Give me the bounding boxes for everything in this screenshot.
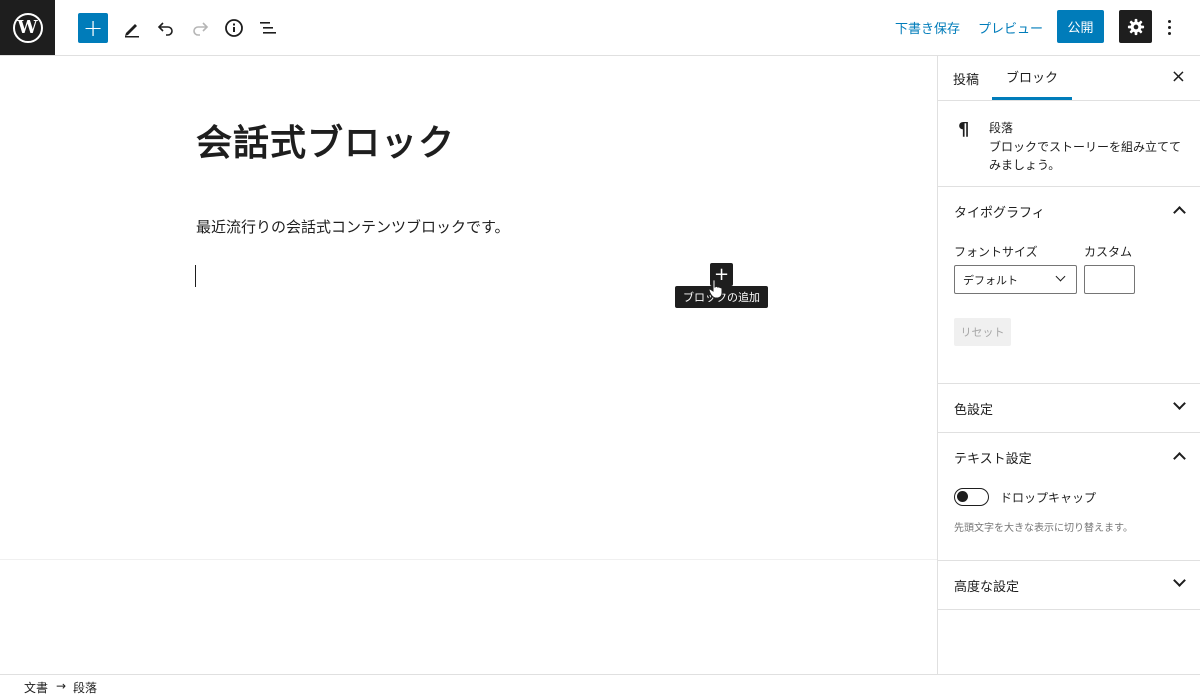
block-name: 段落: [989, 121, 1014, 135]
redo-button[interactable]: [184, 12, 216, 44]
preview-button[interactable]: プレビュー: [978, 18, 1043, 37]
info-icon: [225, 19, 243, 37]
breadcrumb: 文書 → 段落: [0, 674, 1200, 694]
chevron-down-icon: [1055, 271, 1066, 282]
typography-panel: タイポグラフィ フォントサイズ カスタム デフォルト リセット: [938, 187, 1200, 384]
font-size-label: フォントサイズ: [954, 245, 1038, 259]
top-toolbar: W + 下書き保存 プレビュー 公開: [0, 0, 1200, 56]
tab-post[interactable]: 投稿: [953, 56, 979, 100]
tab-block[interactable]: ブロック: [992, 56, 1073, 100]
list-view-button[interactable]: [252, 12, 284, 44]
color-panel: 色設定: [938, 384, 1200, 433]
chevron-up-icon: [1173, 206, 1186, 219]
block-card: ¶ 段落 ブロックでストーリーを組み立ててみましょう。: [938, 101, 1200, 187]
custom-font-size-input[interactable]: [1084, 265, 1135, 294]
dot: [1167, 31, 1171, 35]
chevron-up-icon: [1173, 452, 1186, 465]
panel-title: 高度な設定: [954, 579, 1020, 595]
settings-sidebar: 投稿 ブロック × ¶ 段落 ブロックでストーリーを組み立ててみましょう。 タイ…: [937, 56, 1200, 674]
drop-cap-help: 先頭文字を大きな表示に切り替えます。: [954, 523, 1133, 534]
hand-cursor-icon: [708, 279, 723, 299]
panel-title: タイポグラフィ: [954, 205, 1045, 221]
breadcrumb-document[interactable]: 文書: [24, 679, 48, 694]
block-description: ブロックでストーリーを組み立ててみましょう。: [989, 140, 1182, 172]
panel-title: テキスト設定: [954, 451, 1032, 467]
details-button[interactable]: [218, 12, 250, 44]
canvas-divider: [0, 559, 937, 560]
gear-icon: [1127, 18, 1144, 35]
toggle-knob: [957, 491, 968, 502]
paragraph-icon: ¶: [958, 119, 970, 140]
settings-button[interactable]: [1119, 10, 1152, 43]
panel-title: 色設定: [954, 402, 994, 418]
list-view-icon: [260, 22, 276, 34]
reset-button[interactable]: リセット: [954, 318, 1011, 346]
text-caret[interactable]: [195, 265, 196, 287]
sidebar-tabs: 投稿 ブロック ×: [938, 56, 1200, 101]
undo-icon: [157, 22, 173, 36]
breadcrumb-separator: →: [56, 679, 67, 693]
font-size-value: デフォルト: [963, 273, 1018, 287]
wordpress-logo-button[interactable]: W: [0, 0, 55, 55]
wordpress-icon: W: [12, 12, 43, 43]
advanced-panel-toggle[interactable]: 高度な設定: [938, 561, 1200, 609]
more-options-button[interactable]: [1160, 12, 1178, 42]
pencil-icon: [125, 24, 139, 38]
paragraph-block[interactable]: 最近流行りの会話式コンテンツブロックです。: [196, 216, 510, 237]
advanced-panel: 高度な設定: [938, 561, 1200, 610]
custom-size-label: カスタム: [1084, 245, 1133, 259]
font-size-select[interactable]: デフォルト: [954, 265, 1077, 294]
color-panel-toggle[interactable]: 色設定: [938, 384, 1200, 432]
add-block-button[interactable]: +: [78, 13, 108, 43]
close-sidebar-icon[interactable]: ×: [1171, 68, 1186, 86]
publish-button[interactable]: 公開: [1057, 10, 1104, 43]
dot: [1167, 25, 1171, 29]
chevron-down-icon: [1173, 397, 1186, 410]
text-settings-panel-toggle[interactable]: テキスト設定: [938, 433, 1200, 481]
typography-panel-toggle[interactable]: タイポグラフィ: [938, 187, 1200, 235]
breadcrumb-paragraph[interactable]: 段落: [73, 679, 97, 694]
post-title[interactable]: 会話式ブロック: [196, 114, 455, 166]
drop-cap-toggle[interactable]: [954, 488, 989, 506]
chevron-down-icon: [1173, 574, 1186, 587]
save-draft-button[interactable]: 下書き保存: [895, 18, 960, 37]
undo-button[interactable]: [150, 12, 182, 44]
text-settings-panel: テキスト設定 ドロップキャップ 先頭文字を大きな表示に切り替えます。: [938, 433, 1200, 561]
tools-pencil-button[interactable]: [116, 12, 148, 44]
redo-icon: [193, 22, 209, 36]
drop-cap-label: ドロップキャップ: [1000, 491, 1097, 505]
dot: [1167, 19, 1171, 23]
editor-canvas[interactable]: 会話式ブロック 最近流行りの会話式コンテンツブロックです。 + ブロックの追加: [0, 56, 937, 674]
